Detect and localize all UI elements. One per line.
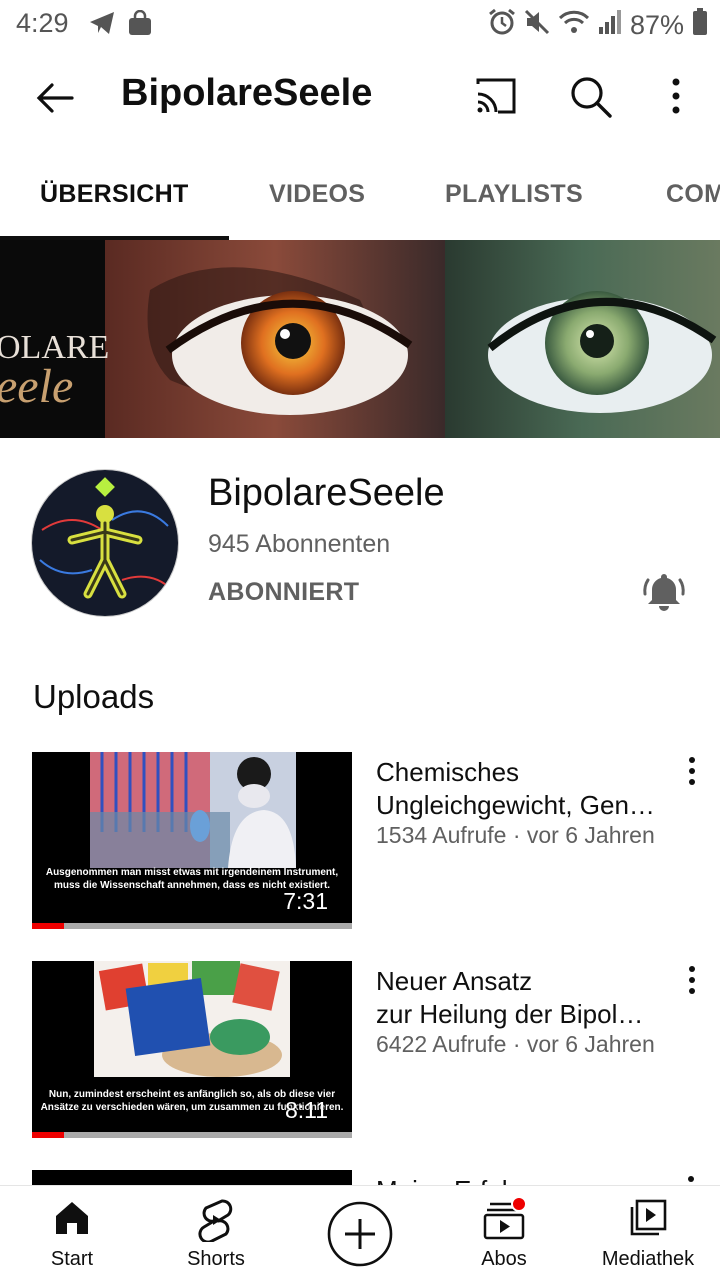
video-item[interactable]: Nun, zumindest erscheint es anfänglich s… (0, 961, 720, 1143)
channel-profile: BipolareSeele 945 Abonnenten ABONNIERT (0, 438, 720, 638)
video-title-line-2: zur Heilung der Bipol… (376, 999, 644, 1029)
back-arrow-icon[interactable] (30, 74, 82, 122)
shopping-bag-icon (128, 9, 152, 41)
app-bar-title: BipolareSeele (121, 72, 373, 114)
subscriptions-icon (483, 1198, 526, 1240)
mute-icon (524, 9, 550, 42)
video-title[interactable]: Chemisches Ungleichgewicht, Gen… (376, 756, 671, 822)
tab-uebersicht[interactable]: ÜBERSICHT (40, 180, 189, 209)
battery-icon (692, 8, 708, 43)
nav-start[interactable]: Start (0, 1186, 144, 1281)
tab-community[interactable]: COMMUNITY (666, 180, 720, 209)
shorts-icon (198, 1199, 233, 1242)
uploads-section-title: Uploads (33, 678, 155, 715)
battery-percent: 87% (629, 10, 684, 40)
channel-avatar (31, 469, 179, 617)
tab-playlists[interactable]: PLAYLISTS (445, 180, 583, 209)
video-more-icon[interactable] (680, 756, 704, 786)
nav-start-label: Start (50, 1248, 94, 1270)
video-thumbnail[interactable] (32, 1170, 352, 1185)
video-meta: 6422 Aufrufe · vor 6 Jahren (376, 1031, 655, 1057)
subscribed-button[interactable]: ABONNIERT (208, 578, 359, 607)
nav-create[interactable] (288, 1186, 432, 1281)
video-title-line-1: Neuer Ansatz (376, 966, 533, 996)
video-title-line-1[interactable]: Meine Erfahrungen (376, 1174, 597, 1185)
video-more-icon[interactable] (680, 965, 704, 995)
telegram-icon (88, 10, 116, 41)
status-bar: 4:29 87% (0, 0, 720, 50)
video-thumbnail[interactable]: Ausgenommen man misst etwas mit irgendei… (32, 752, 352, 929)
nav-mediathek[interactable]: Mediathek (576, 1186, 720, 1281)
nav-abos[interactable]: Abos (432, 1186, 576, 1281)
banner-logo-text-2: eele (0, 360, 73, 413)
tab-videos[interactable]: VIDEOS (269, 180, 365, 209)
notification-bell-icon[interactable] (640, 568, 688, 616)
video-duration: 7:31 (283, 888, 328, 914)
video-title-line-1: Chemisches (376, 757, 520, 787)
nav-shorts-label: Shorts (187, 1248, 245, 1270)
video-more-icon[interactable] (688, 1176, 694, 1182)
app-bar: BipolareSeele (0, 50, 720, 144)
nav-shorts[interactable]: Shorts (144, 1186, 288, 1281)
channel-banner: OLARE eele (0, 240, 720, 438)
library-icon (630, 1199, 667, 1236)
channel-tabs: ÜBERSICHT VIDEOS PLAYLISTS COMMUNITY (0, 154, 720, 240)
home-icon (56, 1202, 88, 1234)
video-thumbnail[interactable]: Nun, zumindest erscheint es anfänglich s… (32, 961, 352, 1138)
nav-abos-label: Abos (481, 1248, 527, 1270)
video-meta: 1534 Aufrufe · vor 6 Jahren (376, 822, 655, 848)
bottom-navigation: Start Shorts Abos Mediathek (0, 1185, 720, 1281)
alarm-icon (488, 8, 516, 43)
watch-progress-fill (32, 1132, 64, 1138)
video-item[interactable]: Ausgenommen man misst etwas mit irgendei… (0, 752, 720, 934)
video-item[interactable]: Meine Erfahrungen (0, 1170, 720, 1185)
create-plus-icon (327, 1201, 393, 1267)
signal-icon (598, 9, 622, 42)
video-title[interactable]: Neuer Ansatz zur Heilung der Bipol… (376, 965, 671, 1031)
search-icon[interactable] (568, 74, 614, 120)
channel-name: BipolareSeele (208, 472, 445, 514)
more-vert-icon[interactable] (662, 74, 690, 120)
video-title-line-2: Ungleichgewicht, Gen… (376, 790, 655, 820)
watch-progress-bar (32, 1132, 352, 1138)
notification-dot (511, 1198, 526, 1212)
wifi-icon (558, 9, 590, 42)
subscriber-count: 945 Abonnenten (208, 530, 391, 558)
status-time: 4:29 (16, 8, 69, 38)
video-duration: 8:11 (284, 1097, 328, 1123)
watch-progress-bar (32, 923, 352, 929)
nav-mediathek-label: Mediathek (601, 1248, 695, 1270)
cast-icon[interactable] (474, 76, 518, 116)
watch-progress-fill (32, 923, 64, 929)
